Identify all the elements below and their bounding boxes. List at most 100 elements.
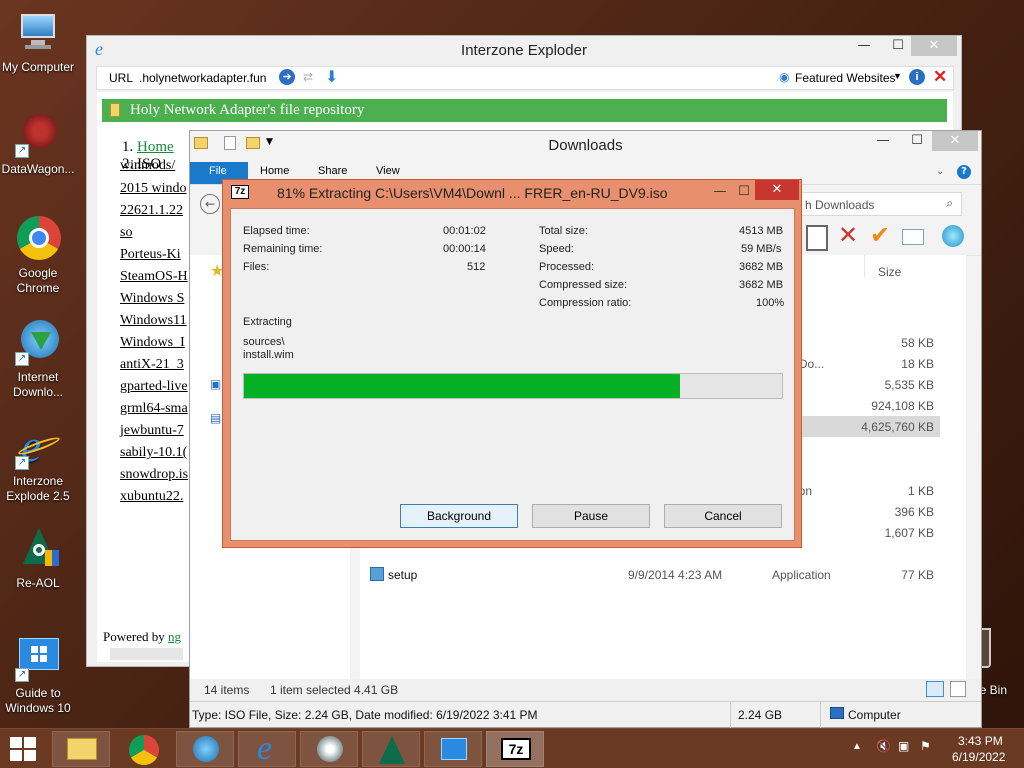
taskbar-chrome[interactable] bbox=[114, 731, 172, 767]
close-button[interactable]: ✕ bbox=[755, 180, 799, 200]
chrome-icon bbox=[129, 735, 159, 765]
desktop-icon-reaol[interactable]: Re-AOL bbox=[0, 526, 78, 591]
file-link[interactable]: antiX-21_3 bbox=[120, 357, 184, 373]
search-input[interactable]: h Downloads bbox=[805, 198, 874, 212]
windows-icon: ↗ bbox=[15, 636, 61, 682]
info-icon[interactable]: i bbox=[909, 69, 925, 85]
download-icon[interactable]: ⬇ bbox=[325, 67, 338, 87]
minimize-button[interactable]: — bbox=[707, 182, 733, 202]
file-link[interactable]: Porteus-Ki bbox=[120, 247, 181, 263]
delete-icon[interactable]: ✕ bbox=[838, 221, 858, 249]
clock-date[interactable]: 6/19/2022 bbox=[952, 750, 1005, 764]
file-link[interactable]: sabily-10.1( bbox=[120, 445, 187, 461]
file-link[interactable]: 2015 windo bbox=[120, 181, 187, 197]
computer-icon[interactable]: ▤ bbox=[210, 411, 221, 425]
maximize-button[interactable]: ☐ bbox=[885, 36, 911, 56]
maximize-button[interactable]: ☐ bbox=[731, 182, 757, 202]
horizontal-scrollbar[interactable] bbox=[110, 648, 183, 660]
table-row[interactable]: setup 9/9/2014 4:23 AM Application 77 KB bbox=[360, 567, 960, 586]
total-size-value: 4513 MB bbox=[739, 225, 784, 237]
desktop-icon-interzone[interactable]: e ↗ Interzone Explode 2.5 bbox=[0, 423, 78, 504]
minimize-button[interactable]: — bbox=[870, 131, 896, 151]
cell-size: 396 KB bbox=[894, 505, 934, 519]
chrome-icon bbox=[15, 216, 61, 262]
desktop-icon-datawagon[interactable]: ↗ DataWagon... bbox=[0, 112, 78, 177]
taskbar-explorer[interactable] bbox=[52, 731, 110, 767]
volume-muted-icon[interactable]: 🔇 bbox=[876, 739, 891, 753]
desktop-icon-chrome[interactable]: Google Chrome bbox=[0, 216, 78, 296]
file-link[interactable]: Windows11 bbox=[120, 313, 187, 329]
reaol-icon bbox=[379, 736, 405, 764]
tab-file[interactable]: File bbox=[209, 165, 227, 177]
desktop-icon-label: Re-AOL bbox=[16, 576, 60, 590]
footer: Powered by ng bbox=[103, 629, 181, 645]
file-link[interactable]: 22621.1.22 bbox=[120, 203, 183, 219]
file-link[interactable]: snowdrop.is bbox=[120, 467, 188, 483]
file-link[interactable]: Windows_I bbox=[120, 335, 185, 351]
taskbar-windows[interactable] bbox=[424, 731, 482, 767]
tab-view[interactable]: View bbox=[376, 165, 400, 177]
url-input[interactable]: .holynetworkadapter.fun bbox=[139, 71, 266, 85]
go-icon[interactable]: ➔ bbox=[279, 69, 295, 85]
taskbar: e 7z ▲ 🔇 ▣ ⚑ 3:43 PM 6/19/2022 bbox=[0, 728, 1024, 768]
taskbar-reaol[interactable] bbox=[362, 731, 420, 767]
taskbar-interzone[interactable]: e bbox=[238, 730, 296, 767]
setup-app-icon bbox=[370, 567, 384, 581]
file-link[interactable]: Windows S bbox=[120, 291, 184, 307]
explorer-title-bar[interactable]: ▼ Downloads — ☐ ✕ bbox=[190, 131, 981, 161]
file-link[interactable]: so bbox=[120, 225, 132, 241]
file-link[interactable]: gparted-live bbox=[120, 379, 188, 395]
remaining-value: 00:00:14 bbox=[443, 243, 486, 255]
maximize-button[interactable]: ☐ bbox=[904, 131, 930, 151]
cell-size: 1,607 KB bbox=[884, 526, 934, 540]
file-link[interactable]: winmods/ bbox=[120, 158, 175, 174]
background-button[interactable]: Background bbox=[400, 504, 518, 528]
taskbar-media[interactable] bbox=[300, 731, 358, 767]
files-value: 512 bbox=[467, 261, 486, 273]
help-icon[interactable]: ? bbox=[957, 165, 971, 179]
desktop-icon-guide[interactable]: ↗ Guide to Windows 10 bbox=[0, 636, 78, 716]
check-icon[interactable]: ✔ bbox=[870, 221, 890, 249]
back-icon[interactable]: ← bbox=[200, 194, 220, 214]
featured-websites-menu[interactable]: Featured Websites bbox=[795, 71, 896, 85]
file-link[interactable]: jewbuntu-7 bbox=[120, 423, 184, 439]
extract-dialog-title-bar[interactable]: 7z 81% Extracting C:\Users\VM4\Downl ...… bbox=[223, 180, 801, 208]
stop-icon[interactable]: ✕ bbox=[933, 67, 947, 87]
start-button[interactable] bbox=[10, 737, 38, 761]
browser-title-bar[interactable]: e Interzone Exploder — ☐ ✕ bbox=[87, 36, 961, 64]
tab-share[interactable]: Share bbox=[318, 165, 347, 177]
file-link[interactable]: SteamOS-H bbox=[120, 269, 188, 285]
pause-button[interactable]: Pause bbox=[532, 504, 650, 528]
close-button[interactable]: ✕ bbox=[911, 36, 957, 56]
clock-time[interactable]: 3:43 PM bbox=[958, 734, 1003, 748]
search-box[interactable]: h Downloads ⌕ bbox=[794, 192, 962, 216]
details-divider bbox=[820, 702, 821, 728]
powered-by-link[interactable]: ng bbox=[168, 629, 181, 644]
tray-expand-icon[interactable]: ▲ bbox=[852, 741, 862, 752]
chevron-down-icon: ▼ bbox=[893, 71, 902, 81]
column-header-size[interactable]: Size bbox=[878, 265, 901, 279]
close-button[interactable]: ✕ bbox=[932, 131, 978, 151]
network-icon[interactable]: ▣ bbox=[898, 739, 909, 753]
ribbon-expand-icon[interactable]: ⌄ bbox=[936, 166, 944, 177]
taskbar-idm[interactable] bbox=[176, 731, 234, 767]
options-icon[interactable] bbox=[942, 225, 964, 247]
desktop-icon-my-computer[interactable]: My Computer bbox=[0, 10, 78, 75]
tab-home[interactable]: Home bbox=[260, 165, 289, 177]
clipboard-icon[interactable] bbox=[806, 225, 828, 251]
desktop-icon-idm[interactable]: ↗ Internet Downlo... bbox=[0, 320, 78, 400]
breadcrumb-home[interactable]: Home bbox=[137, 139, 174, 155]
minimize-button[interactable]: — bbox=[851, 36, 877, 56]
details-view-icon[interactable] bbox=[926, 681, 944, 697]
libraries-icon[interactable]: ▣ bbox=[210, 377, 221, 391]
large-icons-view-icon[interactable] bbox=[950, 681, 966, 697]
file-link[interactable]: xubuntu22. bbox=[120, 489, 183, 505]
processed-value: 3682 MB bbox=[739, 261, 784, 273]
refresh-icon[interactable]: ⇄ bbox=[303, 70, 313, 84]
flag-icon[interactable]: ⚑ bbox=[920, 739, 931, 753]
rename-icon[interactable] bbox=[902, 229, 924, 245]
taskbar-7zip[interactable]: 7z bbox=[486, 731, 544, 767]
cancel-button[interactable]: Cancel bbox=[664, 504, 782, 528]
cell-size: 924,108 KB bbox=[871, 399, 934, 413]
file-link[interactable]: grml64-sma bbox=[120, 401, 188, 417]
